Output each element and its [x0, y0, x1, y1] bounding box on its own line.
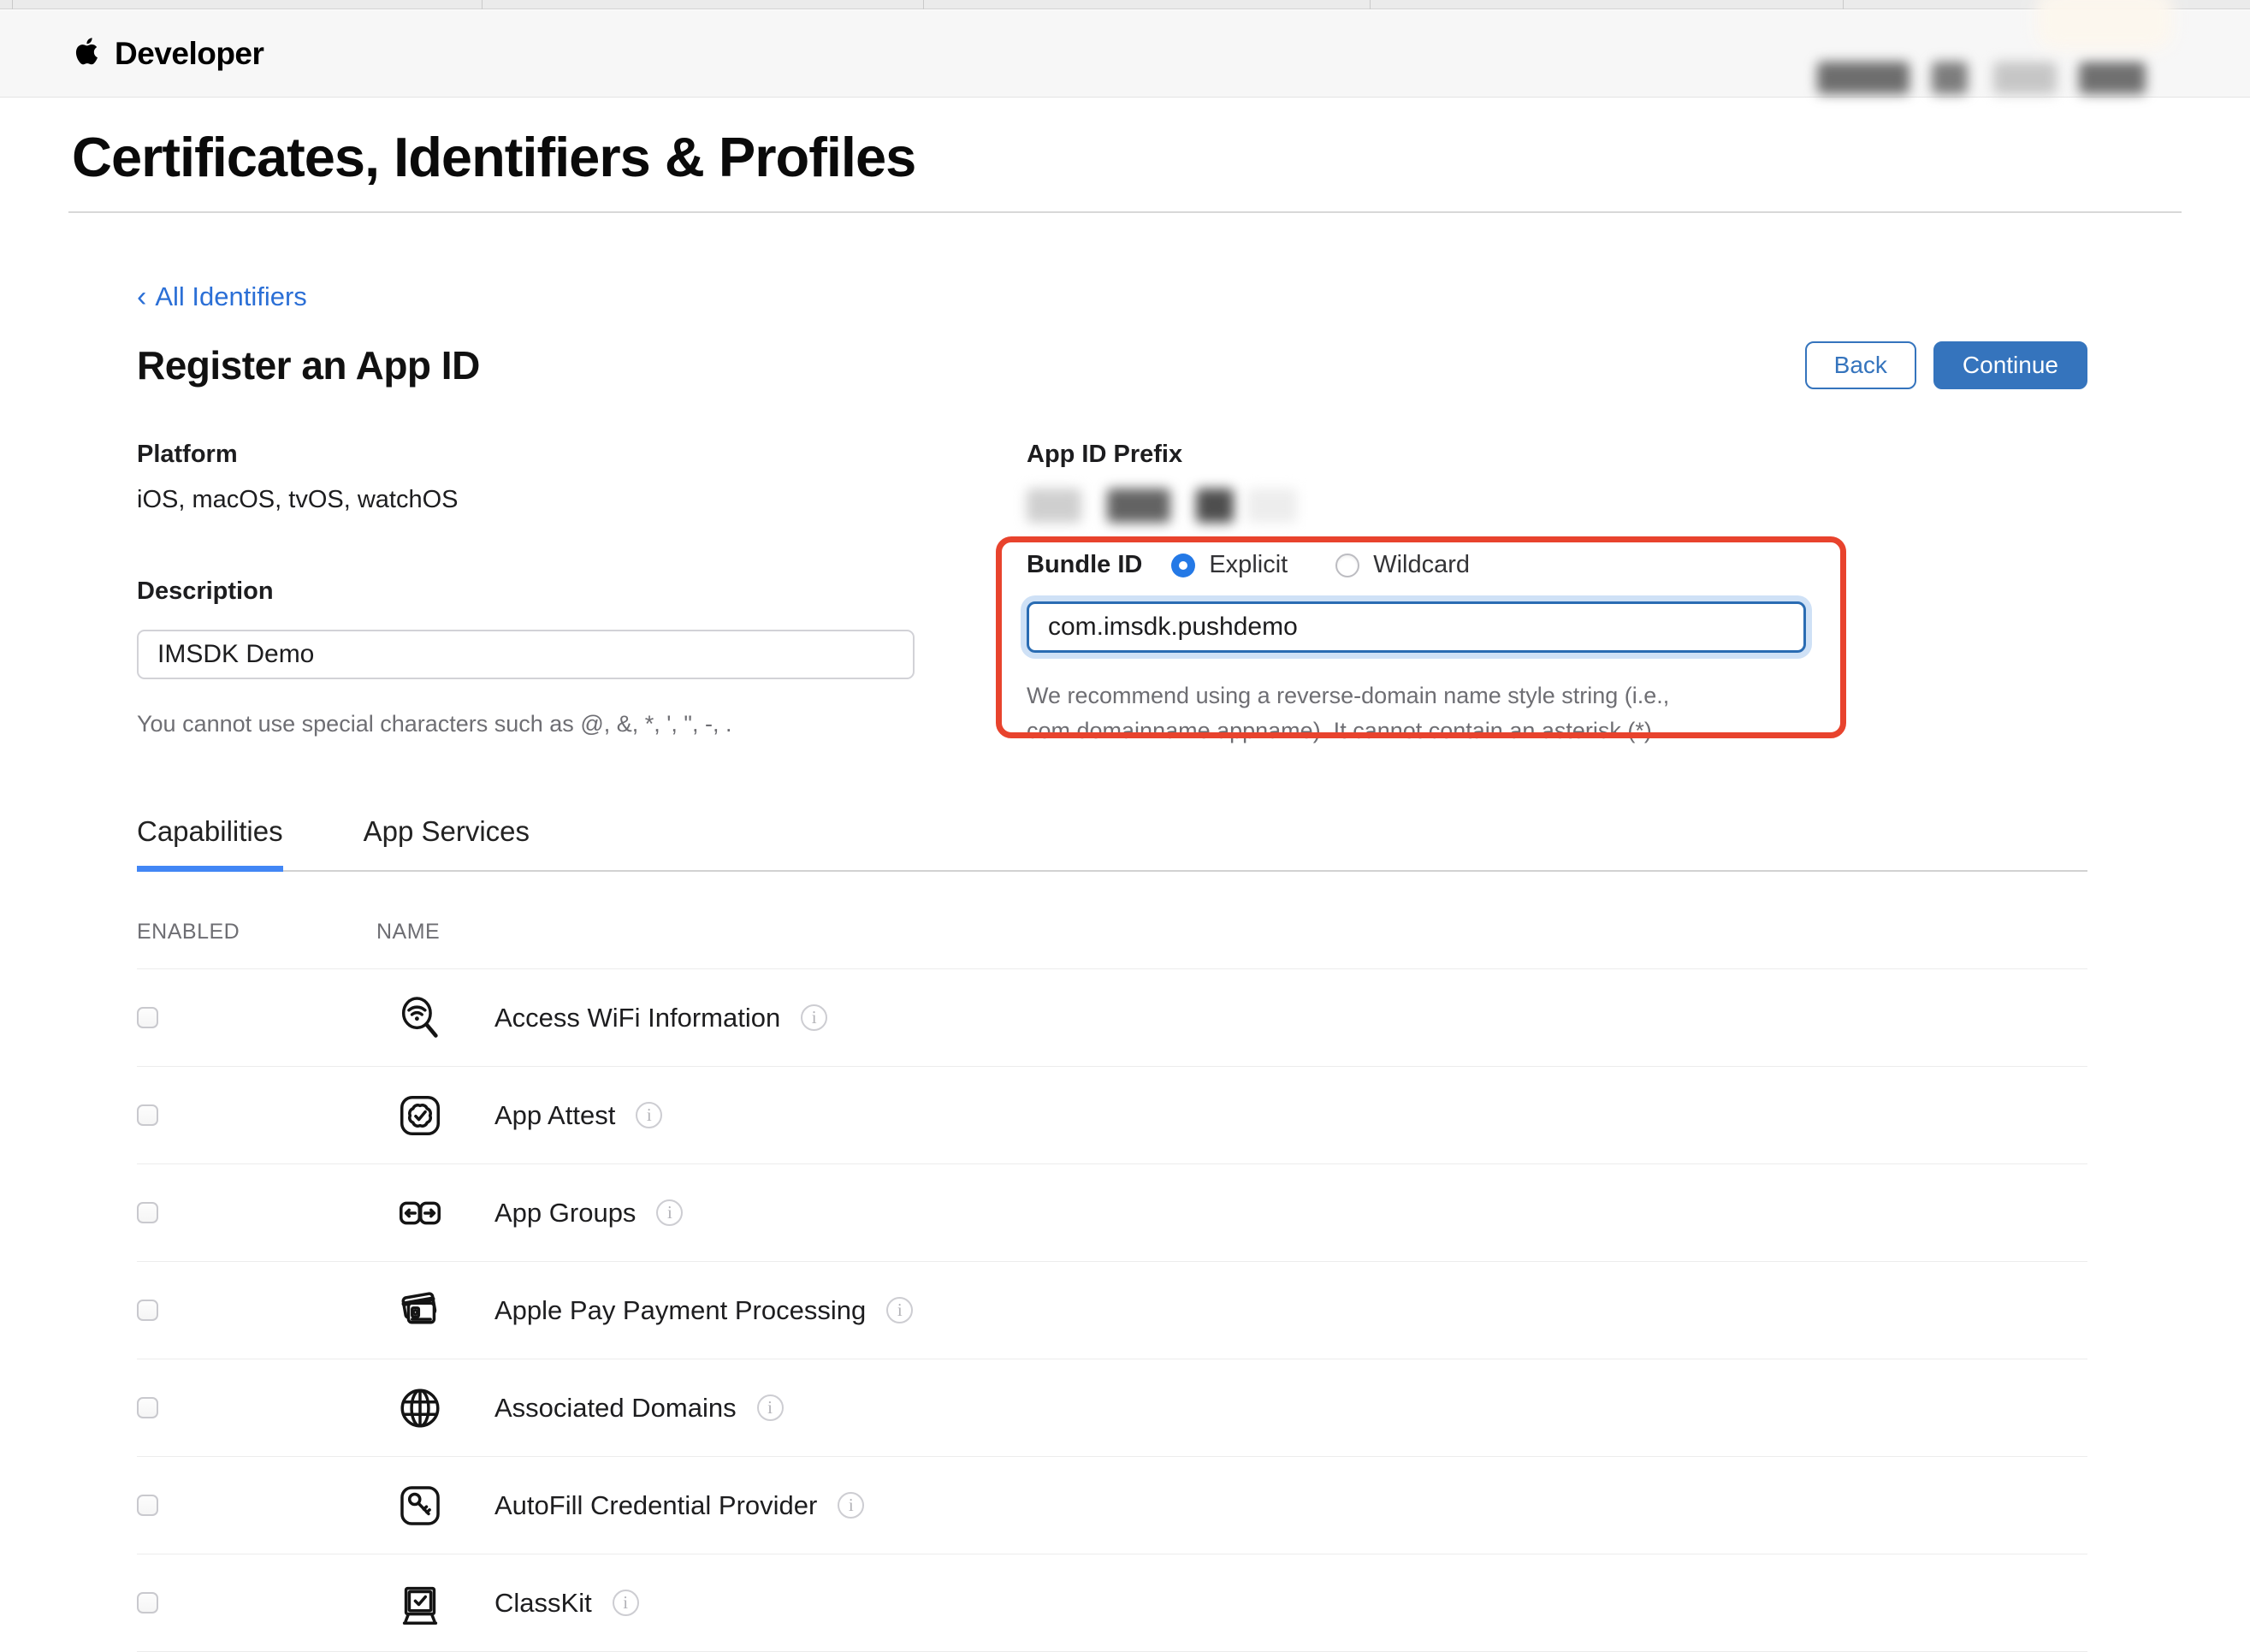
chevron-left-icon: ‹ [137, 282, 146, 311]
capability-checkbox[interactable] [137, 1202, 158, 1223]
redacted-team-id [1027, 484, 1806, 527]
info-icon[interactable]: i [757, 1394, 784, 1421]
description-input[interactable] [137, 630, 915, 679]
continue-button[interactable]: Continue [1933, 341, 2087, 389]
breadcrumb-label: All Identifiers [155, 281, 306, 312]
redacted-item [1247, 488, 1297, 523]
description-label: Description [137, 577, 915, 606]
strip-divider [12, 0, 13, 9]
main-content: Certificates, Identifiers & Profiles ‹ A… [0, 98, 2250, 1652]
globe-icon [376, 1383, 464, 1433]
capability-name: AutoFill Credential Provider [494, 1490, 817, 1521]
site-header: Developer [0, 10, 2250, 98]
capability-name: App Attest [494, 1100, 615, 1131]
radio-selected-icon[interactable] [1171, 554, 1195, 577]
capability-checkbox[interactable] [137, 1397, 158, 1418]
table-row: App Attest i [137, 1067, 2087, 1164]
table-row: App Groups i [137, 1164, 2087, 1262]
redacted-item [1196, 488, 1234, 523]
key-icon [376, 1481, 464, 1531]
browser-strip [0, 0, 2250, 9]
redacted-item [1107, 488, 1170, 523]
strip-divider [482, 0, 483, 9]
capability-name: App Groups [494, 1198, 636, 1229]
table-row: Apple Pay Payment Processing i [137, 1262, 2087, 1359]
tab-app-services[interactable]: App Services [364, 815, 530, 870]
bundle-id-helper: We recommend using a reverse-domain name… [1027, 678, 1685, 749]
radio-wildcard-label[interactable]: Wildcard [1373, 551, 1470, 579]
table-row: AutoFill Credential Provider i [137, 1457, 2087, 1554]
redacted-item [1932, 62, 1968, 94]
column-name: NAME [376, 920, 440, 944]
radio-unselected-icon[interactable] [1335, 554, 1359, 577]
table-row: ClassKit i [137, 1554, 2087, 1652]
breadcrumb-all-identifiers[interactable]: ‹ All Identifiers [137, 281, 307, 312]
redacted-account-info [1817, 62, 2146, 94]
redacted-item [1993, 62, 2057, 94]
app-groups-icon [376, 1188, 464, 1238]
column-enabled: ENABLED [137, 920, 376, 944]
radio-wildcard[interactable]: Wildcard [1335, 551, 1470, 579]
classkit-icon [376, 1578, 464, 1628]
info-icon[interactable]: i [656, 1199, 683, 1226]
back-button[interactable]: Back [1805, 341, 1916, 389]
bundle-id-input[interactable] [1027, 601, 1806, 653]
wifi-search-icon [376, 993, 464, 1043]
strip-divider [1370, 0, 1371, 9]
tab-capabilities[interactable]: Capabilities [137, 815, 283, 870]
radio-explicit-label[interactable]: Explicit [1209, 551, 1288, 579]
description-helper: You cannot use special characters such a… [137, 707, 915, 742]
table-row: Access WiFi Information i [137, 969, 2087, 1067]
section-heading: Register an App ID [137, 342, 480, 388]
redacted-item [1817, 62, 1910, 94]
info-icon[interactable]: i [636, 1102, 662, 1128]
capability-name: Apple Pay Payment Processing [494, 1295, 866, 1326]
apple-icon [68, 33, 104, 69]
brand-name: Developer [115, 36, 263, 72]
redacted-item [1027, 488, 1081, 523]
platform-label: Platform [137, 441, 915, 469]
capability-name: ClassKit [494, 1588, 592, 1619]
page-title: Certificates, Identifiers & Profiles [72, 125, 2182, 189]
table-row: Associated Domains i [137, 1359, 2087, 1457]
cursor-highlight-blob [2036, 0, 2173, 50]
capability-checkbox[interactable] [137, 1300, 158, 1321]
info-icon[interactable]: i [801, 1004, 827, 1031]
strip-divider [923, 0, 924, 9]
capability-checkbox[interactable] [137, 1007, 158, 1028]
capability-name: Associated Domains [494, 1393, 737, 1424]
capability-checkbox[interactable] [137, 1495, 158, 1516]
credit-cards-icon [376, 1286, 464, 1335]
info-icon[interactable]: i [838, 1492, 864, 1519]
redacted-item [2079, 62, 2146, 94]
tab-bar: Capabilities App Services [137, 815, 2087, 872]
bundle-id-label: Bundle ID [1027, 551, 1142, 579]
platform-value: iOS, macOS, tvOS, watchOS [137, 486, 915, 514]
capability-name: Access WiFi Information [494, 1003, 780, 1033]
app-id-prefix-label: App ID Prefix [1027, 441, 1806, 469]
capability-checkbox[interactable] [137, 1104, 158, 1126]
strip-divider [1843, 0, 1844, 9]
capability-checkbox[interactable] [137, 1592, 158, 1614]
info-icon[interactable]: i [886, 1297, 913, 1323]
table-header: ENABLED NAME [137, 920, 2087, 969]
radio-explicit[interactable]: Explicit [1171, 551, 1288, 579]
apple-developer-logo[interactable]: Developer [68, 36, 263, 72]
info-icon[interactable]: i [613, 1590, 639, 1616]
seal-check-icon [376, 1091, 464, 1140]
